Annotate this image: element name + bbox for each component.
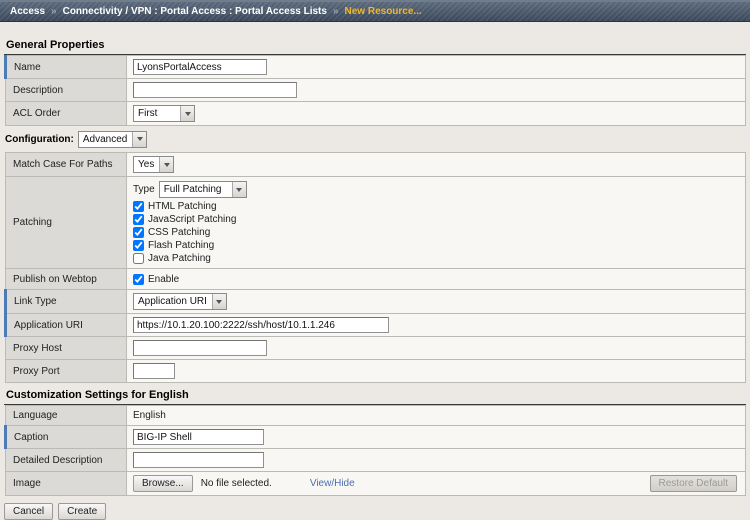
file-status-text: No file selected. — [200, 478, 272, 489]
chevron-down-icon — [132, 131, 147, 147]
row-patching: Patching Type Full Patching HTML Patchin… — [5, 176, 746, 269]
row-proxy-port: Proxy Port — [5, 359, 746, 383]
language-value: English — [133, 410, 166, 421]
publish-label: Publish on Webtop — [13, 273, 97, 285]
proxy-host-label-cell: Proxy Host — [5, 336, 127, 360]
name-input[interactable] — [133, 59, 267, 75]
proxy-host-label: Proxy Host — [13, 342, 62, 354]
restore-default-button[interactable]: Restore Default — [649, 475, 737, 492]
main-content: General Properties Name Description ACL … — [0, 22, 750, 520]
row-description: Description — [5, 78, 746, 102]
image-label: Image — [13, 478, 41, 489]
acl-order-label: ACL Order — [13, 108, 61, 119]
configuration-mode-value: Advanced — [82, 133, 128, 145]
chevron-down-icon — [159, 157, 174, 172]
link-type-value: Application URI — [138, 296, 207, 307]
match-case-label: Match Case For Paths — [13, 159, 113, 170]
caption-input[interactable] — [133, 429, 264, 445]
java-patching-label: Java Patching — [148, 252, 211, 264]
proxy-port-label-cell: Proxy Port — [5, 359, 127, 383]
patching-type-value: Full Patching — [163, 184, 222, 195]
flash-patching-label: Flash Patching — [148, 239, 215, 251]
description-label-cell: Description — [5, 78, 127, 102]
proxy-port-label: Proxy Port — [13, 365, 60, 377]
patching-type-select[interactable]: Full Patching — [158, 181, 247, 198]
match-case-select[interactable]: Yes — [133, 156, 175, 173]
cancel-button[interactable]: Cancel — [4, 503, 54, 520]
language-label: Language — [13, 410, 58, 421]
patching-type-label: Type — [133, 184, 155, 195]
row-application-uri: Application URI — [4, 313, 746, 337]
row-caption: Caption — [4, 425, 746, 449]
application-uri-label-cell: Application URI — [4, 313, 127, 337]
name-label-cell: Name — [4, 55, 127, 79]
configuration-mode-select[interactable]: Advanced — [77, 130, 148, 148]
configuration-label: Configuration: — [5, 133, 74, 145]
application-uri-input[interactable] — [133, 317, 389, 333]
application-uri-label: Application URI — [14, 319, 83, 331]
link-type-label-cell: Link Type — [4, 289, 127, 314]
javascript-patching-checkbox[interactable] — [133, 213, 144, 225]
acl-order-select[interactable]: First — [133, 105, 195, 122]
breadcrumb-item-new-resource: New Resource... — [344, 6, 422, 17]
acl-order-label-cell: ACL Order — [5, 101, 127, 126]
patching-label: Patching — [13, 217, 52, 228]
breadcrumb-item-access[interactable]: Access — [10, 6, 45, 17]
create-button[interactable]: Create — [58, 503, 107, 520]
publish-label-cell: Publish on Webtop — [5, 268, 127, 290]
row-acl-order: ACL Order First — [5, 101, 746, 126]
css-patching-label: CSS Patching — [148, 226, 211, 238]
javascript-patching-label: JavaScript Patching — [148, 213, 237, 225]
row-proxy-host: Proxy Host — [5, 336, 746, 360]
section-header-general-properties: General Properties — [4, 37, 746, 55]
caption-label: Caption — [14, 431, 49, 443]
row-language: Language English — [5, 405, 746, 426]
row-link-type: Link Type Application URI — [4, 289, 746, 314]
row-match-case: Match Case For Paths Yes — [5, 152, 746, 177]
image-label-cell: Image — [5, 471, 127, 496]
html-patching-checkbox[interactable] — [133, 200, 144, 212]
chevron-down-icon — [211, 294, 226, 309]
description-label: Description — [13, 84, 64, 96]
customization-table: Language English Caption Detailed Descri… — [4, 405, 746, 496]
configuration-table: Match Case For Paths Yes Patching Type F… — [4, 152, 746, 383]
link-type-label: Link Type — [14, 296, 57, 307]
flash-patching-checkbox[interactable] — [133, 239, 144, 251]
name-label: Name — [14, 61, 41, 73]
chevron-down-icon — [231, 182, 246, 197]
language-label-cell: Language — [5, 405, 127, 426]
patching-label-cell: Patching — [5, 176, 127, 269]
breadcrumb-separator: » — [51, 6, 57, 17]
match-case-label-cell: Match Case For Paths — [5, 152, 127, 177]
match-case-value: Yes — [138, 159, 155, 170]
breadcrumb-item-portal-access-lists[interactable]: Connectivity / VPN : Portal Access : Por… — [63, 6, 327, 17]
footer-actions: Cancel Create — [4, 500, 746, 520]
chevron-down-icon — [180, 106, 194, 121]
detailed-description-input[interactable] — [133, 452, 264, 468]
link-type-select[interactable]: Application URI — [133, 293, 227, 310]
description-input[interactable] — [133, 82, 297, 98]
row-detailed-description: Detailed Description — [5, 448, 746, 472]
view-hide-link[interactable]: View/Hide — [310, 478, 355, 489]
caption-label-cell: Caption — [4, 425, 127, 449]
publish-enable-label: Enable — [148, 273, 180, 285]
acl-order-value: First — [138, 108, 158, 119]
row-publish-on-webtop: Publish on Webtop Enable — [5, 268, 746, 290]
row-name: Name — [4, 55, 746, 79]
row-image: Image Browse... No file selected. View/H… — [5, 471, 746, 496]
breadcrumb-separator: » — [332, 6, 339, 17]
detailed-description-label: Detailed Description — [13, 454, 103, 466]
general-properties-table: Name Description ACL Order First — [4, 55, 746, 126]
detailed-description-label-cell: Detailed Description — [5, 448, 127, 472]
browse-button[interactable]: Browse... — [133, 475, 193, 492]
breadcrumb: Access » Connectivity / VPN : Portal Acc… — [0, 0, 750, 22]
html-patching-label: HTML Patching — [148, 200, 217, 212]
configuration-mode-row: Configuration: Advanced — [5, 130, 745, 148]
publish-enable-checkbox[interactable] — [133, 273, 144, 285]
proxy-port-input[interactable] — [133, 363, 175, 379]
java-patching-checkbox[interactable] — [133, 252, 144, 264]
css-patching-checkbox[interactable] — [133, 226, 144, 238]
proxy-host-input[interactable] — [133, 340, 267, 356]
section-header-customization: Customization Settings for English — [4, 387, 746, 405]
